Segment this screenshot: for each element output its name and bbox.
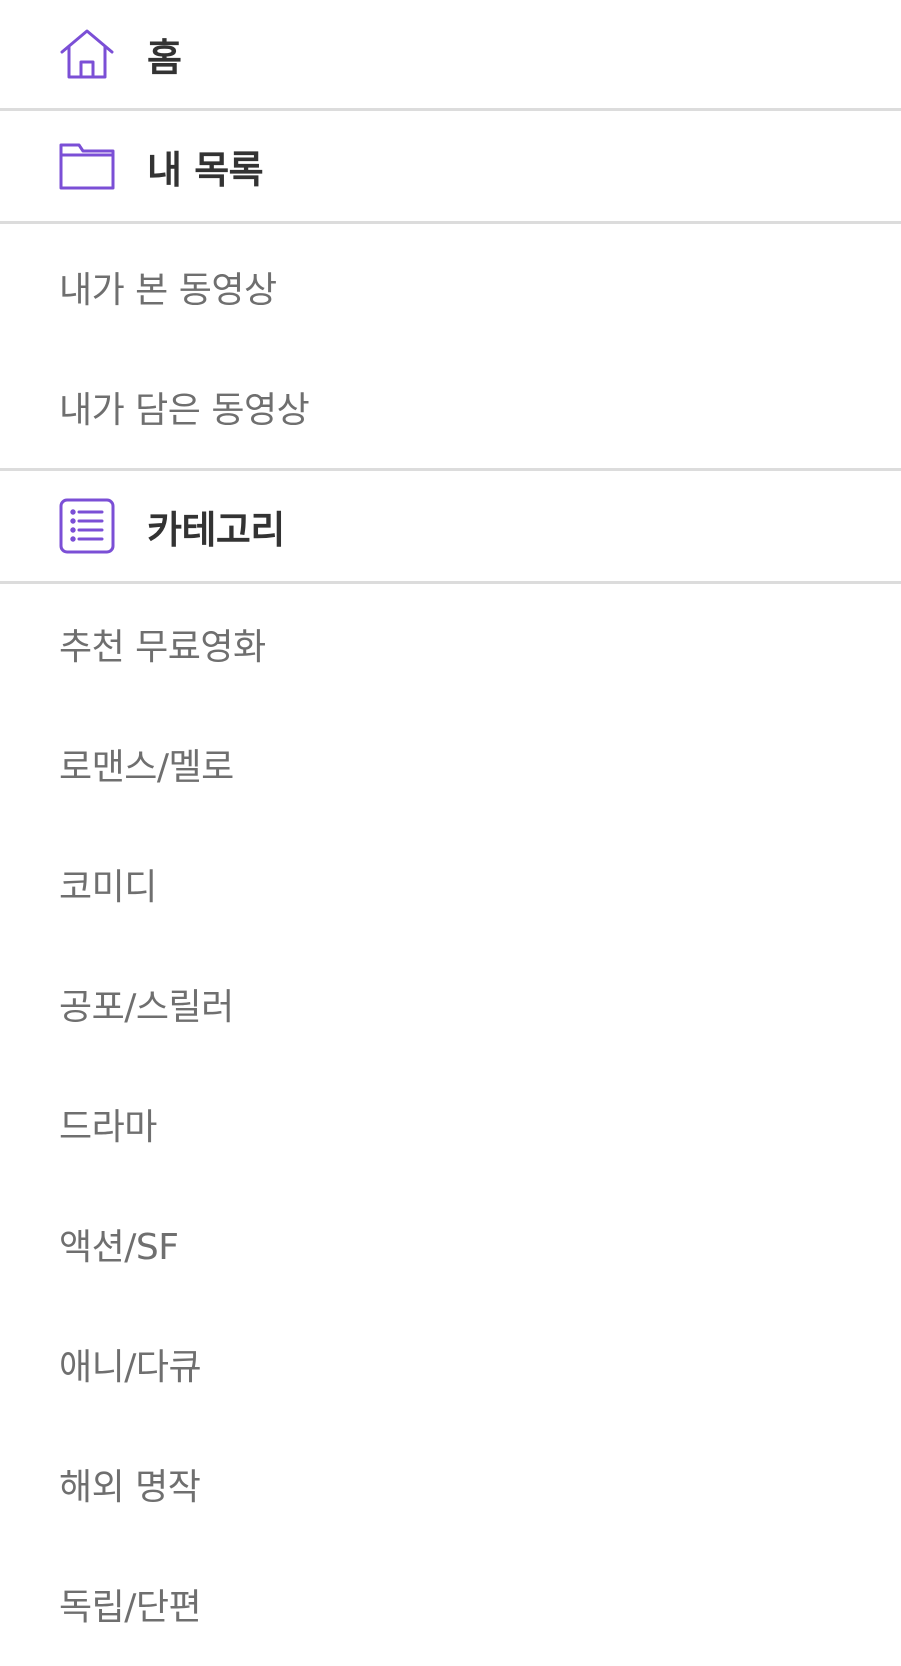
menu-item-free-movies[interactable]: 추천 무료영화	[0, 584, 901, 704]
side-menu: 홈 내 목록 내가 본 동영상 내가 담은 동영상 카테고리 추천 무료영화 로…	[0, 0, 901, 1664]
my-list-submenu: 내가 본 동영상 내가 담은 동영상	[0, 224, 901, 471]
menu-category[interactable]: 카테고리	[0, 471, 901, 584]
menu-item-comedy[interactable]: 코미디	[0, 824, 901, 944]
menu-item-horror[interactable]: 공포/스릴러	[0, 944, 901, 1064]
menu-home[interactable]: 홈	[0, 0, 901, 111]
list-icon	[59, 498, 115, 554]
menu-item-animation[interactable]: 애니/다큐	[0, 1304, 901, 1424]
menu-item-action[interactable]: 액션/SF	[0, 1184, 901, 1304]
menu-item-drama[interactable]: 드라마	[0, 1064, 901, 1184]
category-submenu: 추천 무료영화 로맨스/멜로 코미디 공포/스릴러 드라마 액션/SF 애니/다…	[0, 584, 901, 1664]
menu-category-label: 카테고리	[147, 507, 285, 552]
menu-my-list[interactable]: 내 목록	[0, 111, 901, 224]
folder-icon	[59, 138, 115, 194]
menu-item-indie[interactable]: 독립/단편	[0, 1544, 901, 1664]
menu-item-saved[interactable]: 내가 담은 동영상	[0, 347, 901, 467]
menu-item-foreign[interactable]: 해외 명작	[0, 1424, 901, 1544]
menu-item-watched[interactable]: 내가 본 동영상	[0, 227, 901, 347]
menu-item-romance[interactable]: 로맨스/멜로	[0, 704, 901, 824]
menu-home-label: 홈	[147, 35, 182, 80]
menu-my-list-label: 내 목록	[147, 147, 264, 192]
home-icon	[59, 26, 115, 82]
